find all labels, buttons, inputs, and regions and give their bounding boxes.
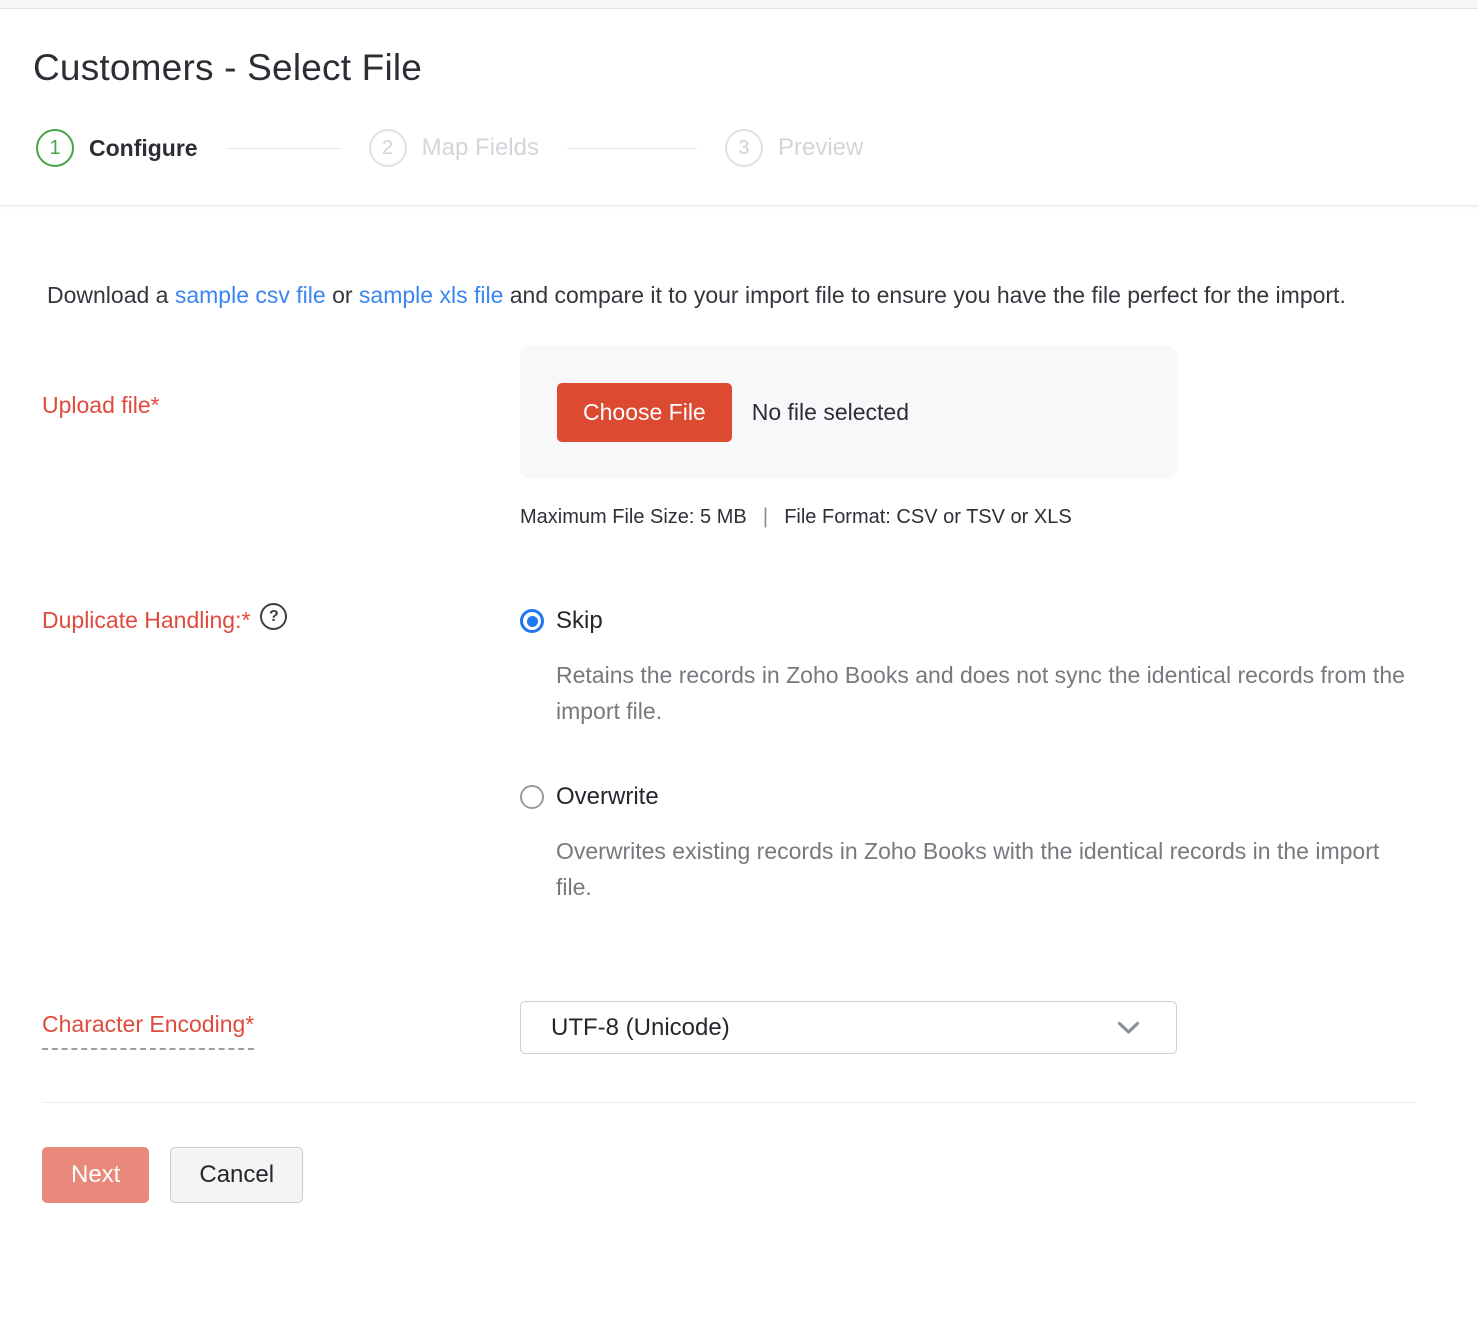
help-icon[interactable]: ? xyxy=(260,603,288,630)
sample-xls-link[interactable]: sample xls file xyxy=(359,282,503,308)
skip-option-group: Skip Retains the records in Zoho Books a… xyxy=(520,607,1436,729)
radio-unselected-icon[interactable] xyxy=(520,785,544,809)
step-connector xyxy=(566,147,697,149)
import-stepper: 1 Configure 2 Map Fields 3 Preview xyxy=(33,129,1436,205)
encoding-selected-value: UTF-8 (Unicode) xyxy=(551,1013,730,1041)
next-button[interactable]: Next xyxy=(42,1147,150,1203)
skip-option-description: Retains the records in Zoho Books and do… xyxy=(556,662,1405,724)
sample-csv-link[interactable]: sample csv file xyxy=(175,282,326,308)
step-connector xyxy=(225,147,341,149)
duplicate-handling-row: Duplicate Handling:* ? Skip Retains the … xyxy=(42,603,1436,905)
intro-part3: and compare it to your import file to en… xyxy=(503,282,1346,308)
character-encoding-label[interactable]: Character Encoding* xyxy=(42,1011,255,1050)
upload-file-field: Choose File No file selected Maximum Fil… xyxy=(520,346,1436,529)
footer-actions: Next Cancel xyxy=(42,1147,1436,1203)
skip-radio-option[interactable]: Skip xyxy=(520,607,1436,635)
step-preview-label: Preview xyxy=(777,134,864,161)
page-title: Customers - Select File xyxy=(33,47,423,88)
max-file-size-text: Maximum File Size: 5 MB xyxy=(520,505,747,528)
overwrite-option-description: Overwrites existing records in Zoho Book… xyxy=(556,838,1380,900)
upload-constraints: Maximum File Size: 5 MB | File Format: C… xyxy=(520,505,1436,529)
step-preview: 3 Preview xyxy=(724,129,864,167)
window-top-strip xyxy=(0,0,1478,9)
step-configure-number: 1 xyxy=(36,129,74,167)
step-preview-number: 3 xyxy=(724,129,763,167)
duplicate-handling-options: Skip Retains the records in Zoho Books a… xyxy=(520,607,1436,905)
step-map-fields-number: 2 xyxy=(368,129,407,167)
upload-file-row: Upload file* Choose File No file selecte… xyxy=(42,346,1436,529)
header: Customers - Select File 1 Configure 2 Ma… xyxy=(0,9,1478,206)
choose-file-button[interactable]: Choose File xyxy=(557,383,732,442)
overwrite-radio-label: Overwrite xyxy=(556,783,659,810)
cancel-button[interactable]: Cancel xyxy=(170,1147,304,1203)
footer-divider xyxy=(42,1102,1416,1103)
intro-part1: Download a xyxy=(47,282,175,308)
character-encoding-label-wrap: Character Encoding* xyxy=(42,1001,520,1054)
step-configure: 1 Configure xyxy=(36,129,198,167)
step-map-fields: 2 Map Fields xyxy=(368,129,539,167)
duplicate-handling-label-wrap: Duplicate Handling:* ? xyxy=(42,603,520,905)
meta-separator: | xyxy=(762,505,769,528)
overwrite-option-group: Overwrite Overwrites existing records in… xyxy=(520,783,1436,905)
file-format-text: File Format: CSV or TSV or XLS xyxy=(784,505,1072,528)
duplicate-handling-label: Duplicate Handling:* xyxy=(42,607,251,633)
radio-selected-icon[interactable] xyxy=(520,609,544,633)
step-map-fields-label: Map Fields xyxy=(421,134,539,161)
step-configure-label: Configure xyxy=(89,134,198,161)
encoding-select[interactable]: UTF-8 (Unicode) xyxy=(520,1001,1177,1054)
intro-text: Download a sample csv file or sample xls… xyxy=(47,274,1392,316)
no-file-selected-text: No file selected xyxy=(751,399,909,425)
chevron-down-icon xyxy=(1117,1021,1140,1035)
intro-part2: or xyxy=(325,282,359,308)
character-encoding-row: Character Encoding* UTF-8 (Unicode) xyxy=(42,1001,1436,1054)
upload-dropzone[interactable]: Choose File No file selected xyxy=(520,346,1177,479)
upload-file-label: Upload file* xyxy=(42,392,160,418)
main-content: Download a sample csv file or sample xls… xyxy=(0,274,1478,1203)
overwrite-radio-option[interactable]: Overwrite xyxy=(520,783,1436,811)
skip-radio-label: Skip xyxy=(556,607,603,634)
